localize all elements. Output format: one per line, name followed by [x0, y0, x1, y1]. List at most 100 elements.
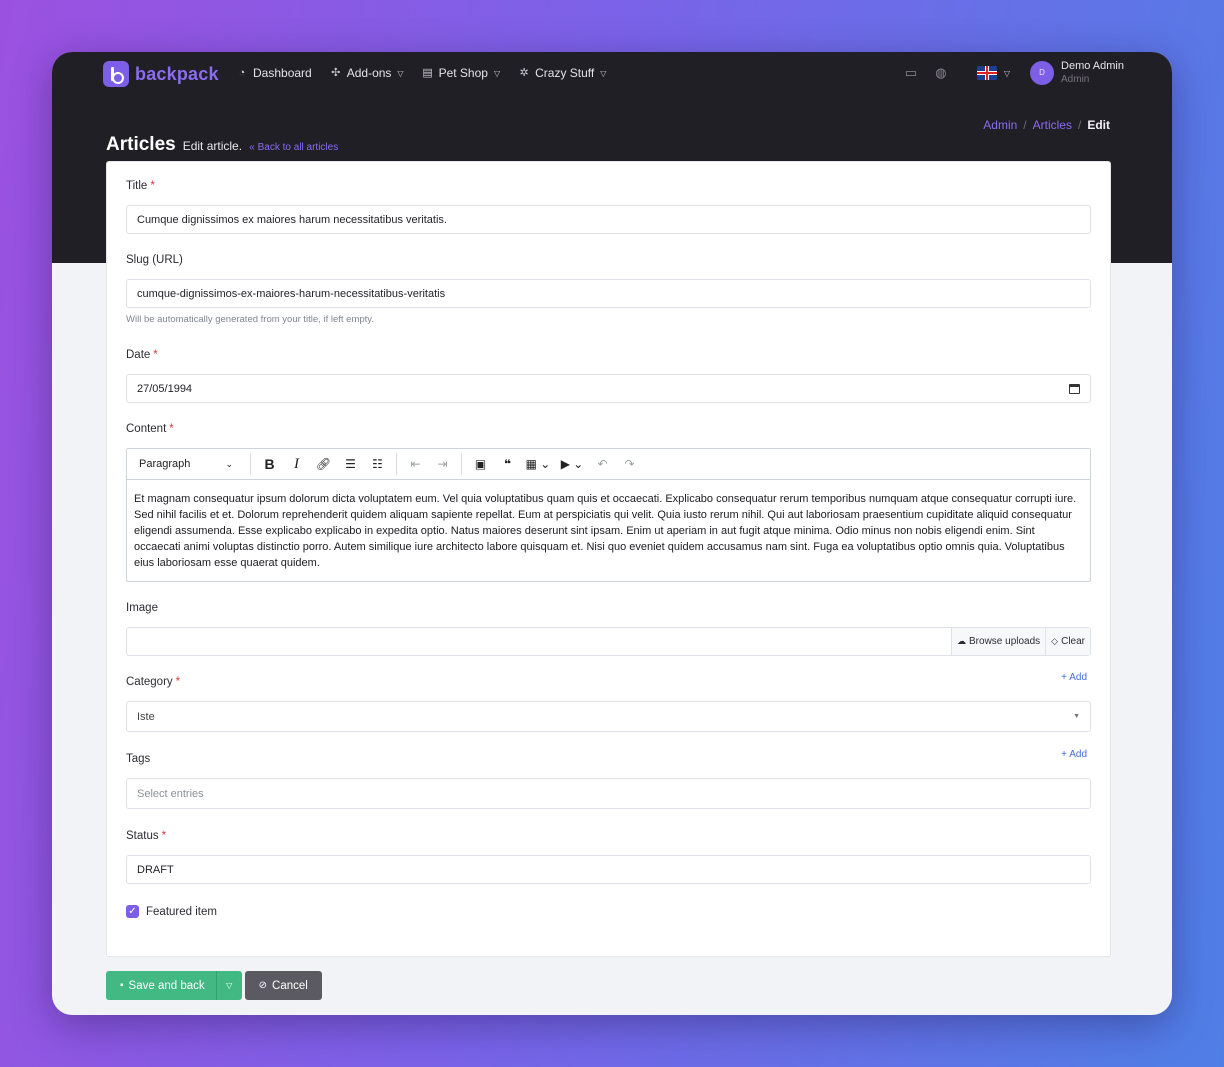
- caret-down-icon: ▼: [1073, 713, 1080, 720]
- content-field: Content * Paragraph ⌄ B I 🔗︎ ☰ ☷ ⇤ ⇥ ▣ ❝…: [126, 423, 1091, 582]
- blockquote-icon[interactable]: ❝: [494, 453, 521, 475]
- navbar-right: ▭ ◍ ▽ D Demo Admin Admin: [903, 60, 1124, 86]
- breadcrumb-articles[interactable]: Articles: [1033, 118, 1072, 132]
- chevron-down-icon: ▽: [493, 68, 501, 78]
- ban-icon: ⊘: [258, 980, 268, 991]
- puzzle-icon: ✣: [331, 67, 341, 79]
- double-chevron-left-icon: «: [249, 142, 255, 153]
- editor-content[interactable]: Et magnam consequatur ipsum dolorum dict…: [127, 480, 1090, 581]
- media-embed-icon[interactable]: ▶ ⌄: [555, 453, 589, 475]
- title-label: Title *: [126, 180, 155, 192]
- breadcrumb: Admin / Articles / Edit: [983, 118, 1110, 132]
- editor-toolbar: Paragraph ⌄ B I 🔗︎ ☰ ☷ ⇤ ⇥ ▣ ❝ ▦ ⌄ ▶ ⌄ ↶…: [127, 449, 1090, 480]
- category-value: Iste: [137, 710, 155, 723]
- indent-icon[interactable]: ⇥: [429, 453, 456, 475]
- featured-label[interactable]: Featured item: [146, 906, 217, 918]
- featured-checkbox[interactable]: ✓: [126, 905, 139, 918]
- numbered-list-icon[interactable]: ☷: [364, 453, 391, 475]
- date-field: Date * 27/05/1994: [126, 349, 1091, 403]
- breadcrumb-admin[interactable]: Admin: [983, 118, 1017, 132]
- brand-link[interactable]: backpack: [103, 61, 219, 87]
- toolbar-divider: [250, 453, 251, 475]
- top-navbar: backpack ◔ Dashboard ✣ Add-ons ▽ ▤ Pet S…: [52, 52, 1172, 96]
- nav-item-add-ons[interactable]: ✣ Add-ons ▽: [330, 66, 403, 80]
- main-menu: ◔ Dashboard ✣ Add-ons ▽ ▤ Pet Shop ▽ ✲ C…: [236, 66, 607, 80]
- add-category-link[interactable]: + Add: [1061, 672, 1087, 683]
- monitor-icon[interactable]: ▭: [903, 65, 919, 81]
- rich-text-editor: Paragraph ⌄ B I 🔗︎ ☰ ☷ ⇤ ⇥ ▣ ❝ ▦ ⌄ ▶ ⌄ ↶…: [126, 448, 1091, 582]
- redo-icon[interactable]: ↷: [616, 453, 643, 475]
- category-select[interactable]: Iste ▼: [126, 701, 1091, 732]
- uk-flag-icon[interactable]: [976, 66, 997, 80]
- page-title: Articles: [106, 134, 176, 155]
- slug-field: Slug (URL) cumque-dignissimos-ex-maiores…: [126, 254, 1091, 325]
- nav-item-crazy-stuff[interactable]: ✲ Crazy Stuff ▽: [518, 66, 607, 80]
- heading-select-value: Paragraph: [139, 458, 191, 470]
- breadcrumb-current: Edit: [1087, 118, 1110, 132]
- calendar-icon[interactable]: [1069, 383, 1080, 394]
- save-and-back-button[interactable]: ▪ Save and back: [106, 971, 216, 1000]
- backpack-logo-icon: [103, 61, 129, 87]
- eraser-icon: ◇: [1051, 636, 1059, 646]
- bold-icon[interactable]: B: [256, 453, 283, 475]
- image-field: Image ☁ Browse uploads ◇ Clear: [126, 602, 1091, 656]
- breadcrumb-separator: /: [1077, 118, 1082, 132]
- slug-label: Slug (URL): [126, 254, 183, 266]
- form-actions: ▪ Save and back ▽ ⊘ Cancel: [106, 971, 322, 1000]
- tags-select[interactable]: Select entries: [126, 778, 1091, 809]
- chevron-down-icon: ▽: [600, 68, 607, 78]
- page-header: Articles Edit article. « Back to all art…: [106, 134, 338, 156]
- avatar[interactable]: D: [1030, 61, 1055, 85]
- palette-icon[interactable]: ◍: [933, 65, 949, 81]
- italic-icon[interactable]: I: [283, 453, 310, 475]
- nav-item-label: Pet Shop: [438, 66, 488, 80]
- cancel-button[interactable]: ⊘ Cancel: [244, 971, 322, 1000]
- outdent-icon[interactable]: ⇤: [402, 453, 429, 475]
- image-path-input[interactable]: [127, 628, 951, 655]
- page-subtitle: Edit article.: [182, 139, 243, 153]
- required-marker: *: [153, 349, 158, 361]
- link-icon[interactable]: 🔗︎: [310, 453, 337, 475]
- save-options-dropdown[interactable]: ▽: [215, 971, 242, 1000]
- back-to-list-link[interactable]: « Back to all articles: [249, 142, 338, 153]
- category-field: Category * + Add Iste ▼: [126, 672, 1091, 732]
- shop-icon: ▤: [422, 67, 433, 79]
- required-marker: *: [150, 180, 155, 192]
- slug-input[interactable]: cumque-dignissimos-ex-maiores-harum-nece…: [126, 279, 1091, 308]
- cloud-upload-icon: ☁: [957, 636, 967, 646]
- table-icon[interactable]: ▦ ⌄: [521, 453, 555, 475]
- chevron-down-icon: ▽: [226, 981, 233, 990]
- date-input[interactable]: 27/05/1994: [126, 374, 1091, 403]
- date-label: Date *: [126, 349, 158, 361]
- nav-item-dashboard[interactable]: ◔ Dashboard: [236, 66, 312, 80]
- bug-icon: ✲: [519, 67, 529, 79]
- featured-field: ✓ Featured item: [126, 905, 217, 918]
- tags-field: Tags + Add Select entries: [126, 749, 1091, 809]
- user-name: Demo Admin: [1061, 60, 1124, 72]
- app-window: backpack ◔ Dashboard ✣ Add-ons ▽ ▤ Pet S…: [52, 52, 1172, 1015]
- required-marker: *: [175, 676, 181, 688]
- bulleted-list-icon[interactable]: ☰: [337, 453, 364, 475]
- nav-item-pet-shop[interactable]: ▤ Pet Shop ▽: [422, 66, 501, 80]
- add-tag-link[interactable]: + Add: [1061, 749, 1087, 760]
- content-label: Content *: [126, 423, 174, 435]
- undo-icon[interactable]: ↶: [589, 453, 616, 475]
- edit-form-card: Title * Cumque dignissimos ex maiores har…: [106, 161, 1111, 957]
- nav-item-label: Dashboard: [253, 66, 312, 80]
- nav-item-label: Add-ons: [346, 66, 392, 80]
- toolbar-divider: [396, 453, 397, 475]
- breadcrumb-separator: /: [1023, 118, 1027, 132]
- image-input[interactable]: ☁ Browse uploads ◇ Clear: [126, 627, 1091, 656]
- user-menu[interactable]: Demo Admin Admin: [1061, 60, 1124, 86]
- required-marker: *: [161, 830, 167, 842]
- save-icon: ▪: [120, 980, 124, 991]
- clear-image-button[interactable]: ◇ Clear: [1045, 628, 1090, 655]
- image-icon[interactable]: ▣: [467, 453, 494, 475]
- title-input[interactable]: Cumque dignissimos ex maiores harum nece…: [126, 205, 1091, 234]
- category-label: Category *: [126, 676, 181, 688]
- browse-uploads-button[interactable]: ☁ Browse uploads: [951, 628, 1046, 655]
- chevron-down-icon[interactable]: ▽: [1004, 69, 1010, 78]
- status-field: Status * DRAFT: [126, 830, 1091, 884]
- heading-select[interactable]: Paragraph ⌄: [133, 453, 239, 475]
- status-input[interactable]: DRAFT: [126, 855, 1091, 884]
